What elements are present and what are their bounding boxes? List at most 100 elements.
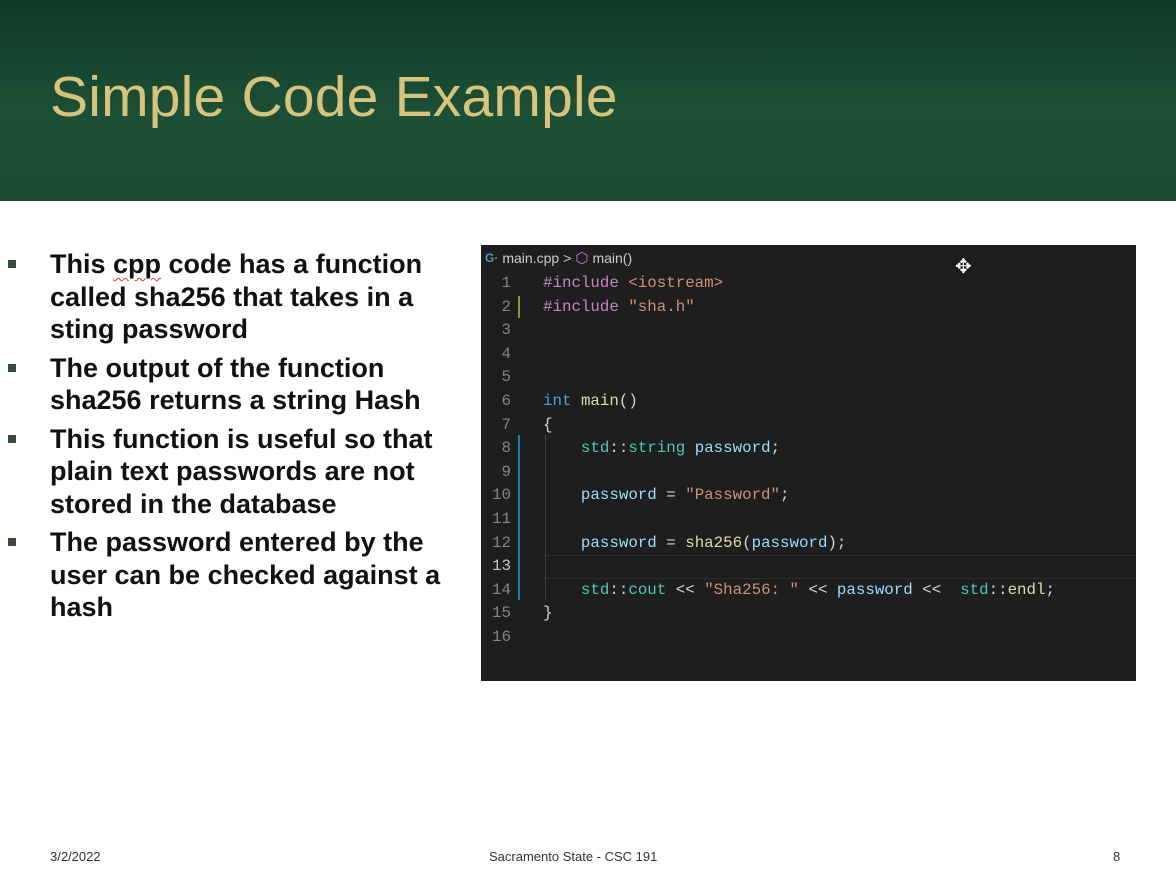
code-token: = [656,486,686,505]
code-token: main [580,392,619,410]
code-line: 5 [481,366,1136,390]
line-number: 13 [492,557,511,576]
code-token: ; [1045,580,1055,599]
code-line: 3 [481,319,1136,343]
code-editor-screenshot: G· main.cpp > ⬡ main() 1 #include <iostre… [481,245,1136,681]
bullet-item: This cpp code has a function called sha2… [0,248,460,346]
code-token: () [618,392,638,410]
code-line: 15} [481,602,1136,626]
line-number: 1 [501,274,511,292]
line-number: 14 [492,580,511,599]
code-text: password = sha256(password); [543,532,846,556]
bullet-list: This cpp code has a function called sha2… [0,248,460,630]
code-line: 13 [481,555,1136,579]
code-token: << [912,580,961,599]
line-number: 3 [501,321,511,340]
code-line: 4 [481,343,1136,367]
code-token: int [543,392,572,410]
footer-center: Sacramento State - CSC 191 [489,849,658,864]
code-token: password [836,580,913,599]
code-token: "sha.h" [628,297,695,316]
code-token: { [543,415,553,434]
code-token: password [580,533,657,552]
code-token: string [628,439,686,458]
code-token: std [960,580,989,599]
code-token: ; [780,486,790,505]
code-token: #include [543,297,619,316]
code-token: sha256 [685,533,743,552]
bullet-item: This function is useful so that plain te… [0,423,460,521]
code-text: std::cout << "Sha256: " << password << s… [543,579,1055,603]
code-token: password [580,486,657,505]
code-line: 8 std::string password; [481,437,1136,461]
breadcrumb: G· main.cpp > ⬡ main() [485,249,632,267]
code-line: 14 std::cout << "Sha256: " << password <… [481,579,1136,603]
code-line: 11 [481,508,1136,532]
code-token: std [580,439,610,458]
code-token: :: [609,580,629,599]
code-line: 10 password = "Password"; [481,484,1136,508]
square-bullet-icon [8,434,16,443]
code-token: ( [742,533,752,552]
square-bullet-icon [8,538,16,546]
bullet-text: This function is useful so that plain te… [50,423,433,519]
code-token: endl [1007,580,1046,599]
code-text: std::string password; [543,437,780,461]
footer-date: 3/2/2022 [50,849,101,864]
code-token: password [694,439,771,458]
line-number: 6 [501,392,511,410]
code-line: 16 [481,626,1136,650]
code-token: :: [988,580,1008,599]
code-text: #include <iostream> [543,272,723,296]
code-line: 7{ [481,414,1136,438]
code-token: = [656,533,686,552]
line-number: 8 [501,439,511,458]
breadcrumb-separator: > [563,250,572,266]
c-plus-plus-icon: G· [485,251,499,265]
code-token: std [580,580,610,599]
code-token: "Password" [685,486,781,505]
line-number: 16 [492,628,511,646]
breadcrumb-file[interactable]: main.cpp [502,250,559,266]
slide-title: Simple Code Example [50,65,618,129]
code-token: #include [543,274,619,292]
bullet-item: The output of the function sha256 return… [0,352,460,417]
line-number: 4 [501,344,511,363]
code-token: << [666,580,705,599]
bullet-text: The output of the function sha256 return… [50,352,421,416]
code-token: } [543,604,553,623]
misspelled-word: cpp [113,249,162,279]
line-number: 15 [492,604,511,623]
code-token: ; [770,439,781,458]
code-text: int main() [543,390,638,414]
slide-header: Simple Code Example [0,0,1176,201]
code-line: 9 [481,461,1136,485]
code-text: #include "sha.h" [543,296,695,320]
bullet-text: This [50,249,114,279]
code-token: << [798,580,837,599]
line-number: 12 [492,533,511,552]
code-line: 6 int main() [481,390,1136,414]
code-token: password [751,533,828,552]
page-number: 8 [1113,849,1121,864]
square-bullet-icon [8,363,16,372]
line-number: 5 [501,368,511,387]
code-line: 2 #include "sha.h" [481,296,1136,320]
code-token: "Sha256: " [704,580,799,599]
bullet-item: The password entered by the user can be … [0,526,460,624]
square-bullet-icon [8,260,16,268]
code-text: password = "Password"; [543,484,790,508]
breadcrumb-symbol[interactable]: main() [592,250,632,266]
code-token: cout [628,580,667,599]
code-token: <iostream> [628,274,724,292]
move-cursor-icon: ✥ [955,256,972,278]
code-line: 12 password = sha256(password); [481,532,1136,556]
